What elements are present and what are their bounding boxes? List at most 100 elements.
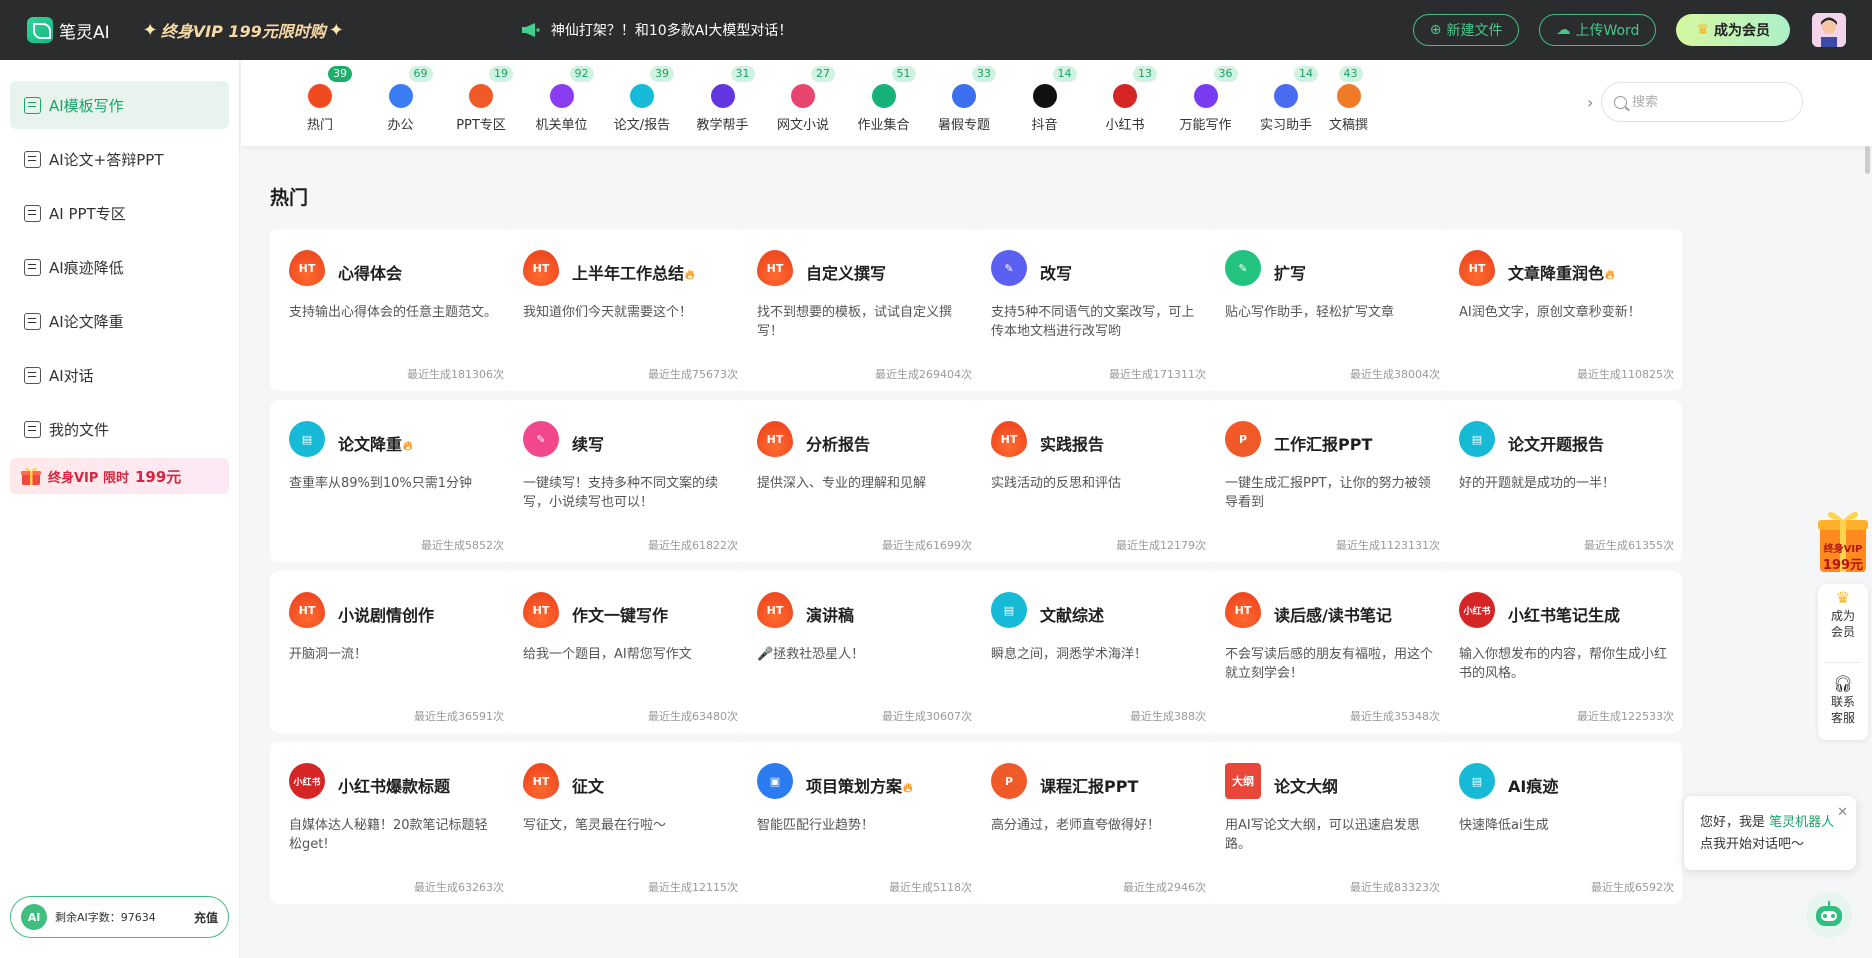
template-card[interactable]: ✎ 扩写 贴心写作助手，轻松扩写文章 最近生成38004次	[1206, 229, 1448, 391]
float-vip-badge[interactable]: 终身VIP 199元	[1816, 506, 1870, 576]
headset-icon: 🎧︎	[1832, 674, 1854, 693]
robot-chat-button[interactable]	[1806, 892, 1852, 938]
template-card[interactable]: HT 上半年工作总结🔥︎ 我知道你们今天就需要这个！ 最近生成75673次	[504, 229, 746, 391]
category-label: 机关单位	[535, 118, 588, 133]
category-label: 教学帮手	[696, 118, 749, 133]
upload-word-button[interactable]: ☁ 上传Word	[1539, 14, 1657, 46]
template-card[interactable]: ▣ 项目策划方案🔥︎ 智能匹配行业趋势！ 最近生成5118次	[738, 742, 980, 904]
template-card[interactable]: P 课程汇报PPT 高分通过，老师直夸做得好！ 最近生成2946次	[972, 742, 1214, 904]
sidebar-item-ai-template[interactable]: AI模板写作	[10, 81, 229, 129]
template-card[interactable]: ▤ 论文降重🔥︎ 查重率从89%到10%只需1分钟 最近生成5852次	[270, 400, 512, 562]
card-title-text: 小红书爆款标题	[338, 777, 451, 796]
sidebar-item-ai-ppt[interactable]: AI PPT专区	[10, 189, 229, 237]
card-title-text: 分析报告	[806, 435, 871, 454]
card-title: 工作汇报PPT	[1274, 431, 1372, 455]
template-card[interactable]: ✎ 续写 一键续写！支持多种不同文案的续写，小说续写也可以！ 最近生成61822次	[504, 400, 746, 562]
paper-icon: ▤	[1459, 763, 1495, 799]
template-card[interactable]: ▤ 论文开题报告 好的开题就是成功的一半！ 最近生成61355次	[1440, 400, 1682, 562]
logo[interactable]: 笔灵AI	[27, 17, 110, 43]
announcement[interactable]: 神仙打架？！和10多款AI大模型对话！	[521, 20, 793, 40]
template-card[interactable]: 小红书 小红书爆款标题 自媒体达人秘籍！20款笔记标题轻松get! 最近生成63263…	[270, 742, 512, 904]
category-count-badge: 36	[1213, 66, 1238, 82]
recharge-button[interactable]: 充值	[194, 909, 218, 926]
paper-icon: ▤	[1459, 421, 1495, 457]
template-card[interactable]: P 工作汇报PPT 一键生成汇报PPT，让你的努力被领导看到 最近生成1123131次	[1206, 400, 1448, 562]
sidebar-item-label: AI论文降重	[49, 312, 124, 331]
template-card[interactable]: ▤ 文献综述 瞬息之间，洞悉学术海洋！ 最近生成388次	[972, 571, 1214, 733]
become-member-button[interactable]: ♛ 成为会员	[1676, 14, 1790, 46]
card-usage-count: 最近生成83323次	[1350, 881, 1440, 894]
chat-greeting-bubble[interactable]: 您好，我是 笔灵机器人 点我开始对话吧～ ✕	[1684, 796, 1856, 870]
new-file-button[interactable]: ⊕ 新建文件	[1412, 14, 1520, 46]
card-usage-count: 最近生成61699次	[882, 539, 972, 552]
search-box[interactable]	[1601, 82, 1803, 122]
novel-icon	[791, 84, 815, 108]
sidebar-vip-banner[interactable]: 终身VIP 限时 199元	[10, 458, 229, 494]
category-count-badge: 31	[730, 66, 755, 82]
sidebar-item-ai-dedupe[interactable]: AI论文降重	[10, 297, 229, 345]
announcement-text: 神仙打架？！和10多款AI大模型对话！	[550, 23, 793, 39]
card-usage-count: 最近生成388次	[1130, 710, 1206, 723]
template-card[interactable]: ✎ 改写 支持5种不同语气的文案改写，可上传本地文档进行改写哟 最近生成171311次	[972, 229, 1214, 391]
template-card[interactable]: HT 心得体会 支持输出心得体会的任意主题范文。 最近生成181306次	[270, 229, 512, 391]
plus-icon: ⊕	[1429, 22, 1442, 38]
card-title: 论文降重🔥︎	[338, 431, 413, 455]
category-label: 作业集合	[857, 118, 910, 133]
template-card[interactable]: ▤ AI痕迹 快速降低ai生成 最近生成6592次	[1440, 742, 1682, 904]
close-icon[interactable]: ✕	[1837, 802, 1848, 824]
ppt-icon	[24, 204, 41, 222]
avatar[interactable]	[1812, 13, 1846, 47]
category-label: PPT专区	[456, 118, 506, 133]
intern-icon	[1274, 84, 1298, 108]
vip-promo-banner[interactable]: ✦ 终身VIP 199元限时购 ✦	[140, 18, 347, 42]
template-card[interactable]: HT 征文 写征文，笔灵最在行啦～ 最近生成12115次	[504, 742, 746, 904]
template-card[interactable]: HT 读后感/读书笔记 不会写读后感的朋友有福啦，用这个就立刻学会！ 最近生成3534…	[1206, 571, 1448, 733]
card-description: 智能匹配行业趋势！	[757, 818, 875, 833]
template-card[interactable]: 小红书 小红书笔记生成 输入你想发布的内容，帮你生成小红书的风格。 最近生成12253…	[1440, 571, 1682, 733]
ai-badge-icon: AI	[21, 904, 47, 930]
card-description: AI润色文字，原创文章秒变新！	[1459, 305, 1641, 320]
flame-icon: HT	[757, 421, 793, 457]
homework-icon	[871, 84, 896, 108]
ai-template-icon	[24, 96, 41, 114]
template-card[interactable]: HT 小说剧情创作 开脑洞一流！ 最近生成36591次	[270, 571, 512, 733]
template-card[interactable]: HT 作文一键写作 给我一个题目，AI帮您写作文 最近生成63480次	[504, 571, 746, 733]
category-count-badge: 69	[408, 66, 433, 82]
chat-icon	[24, 366, 41, 384]
flame-icon	[308, 84, 332, 108]
paper-icon: ▤	[289, 421, 325, 457]
top-actions: ⊕ 新建文件 ☁ 上传Word ♛ 成为会员	[1412, 0, 1872, 60]
float-service-button[interactable]: 🎧︎ 联系客服	[1818, 676, 1868, 726]
category-item[interactable]: 43 文稿撰	[1319, 60, 1379, 146]
ppt-icon: P	[991, 763, 1027, 799]
card-title: 小说剧情创作	[338, 602, 434, 626]
sidebar-item-ai-paper-ppt[interactable]: AI论文+答辩PPT	[10, 135, 229, 183]
card-title-text: 上半年工作总结	[572, 264, 685, 283]
chevron-right-icon[interactable]: ›	[1587, 93, 1593, 112]
template-card[interactable]: HT 演讲稿 🎤拯救社恐星人！ 最近生成30607次	[738, 571, 980, 733]
category-count-badge: 51	[891, 66, 916, 82]
flame-icon: HT	[757, 592, 793, 628]
trace-icon	[24, 258, 41, 276]
sidebar-item-label: AI PPT专区	[49, 204, 126, 223]
card-usage-count: 最近生成2946次	[1123, 881, 1206, 894]
sidebar-item-ai-chat[interactable]: AI对话	[10, 351, 229, 399]
template-card[interactable]: HT 自定义撰写 找不到想要的模板，试试自定义撰写！ 最近生成269404次	[738, 229, 980, 391]
template-card[interactable]: 大纲 论文大纲 用AI写论文大纲，可以迅速启发思路。 最近生成83323次	[1206, 742, 1448, 904]
scrollbar[interactable]	[1865, 146, 1870, 174]
template-card[interactable]: HT 分析报告 提供深入、专业的理解和见解 最近生成61699次	[738, 400, 980, 562]
sidebar-item-ai-trace[interactable]: AI痕迹降低	[10, 243, 229, 291]
template-card[interactable]: HT 文章降重润色🔥︎ AI润色文字，原创文章秒变新！ 最近生成110825次	[1440, 229, 1682, 391]
sidebar-item-my-files[interactable]: 我的文件	[10, 405, 229, 453]
search-input[interactable]	[1632, 94, 1782, 110]
card-title-text: 心得体会	[338, 264, 403, 283]
category-count-badge: 39	[328, 66, 352, 82]
card-title-text: 演讲稿	[806, 606, 855, 625]
card-title-text: 工作汇报PPT	[1274, 435, 1373, 454]
card-title-text: 文章降重润色	[1508, 264, 1605, 283]
vip-promo-text: 终身VIP 199元限时购	[160, 22, 326, 41]
card-description: 贴心写作助手，轻松扩写文章	[1225, 305, 1395, 320]
float-member-button[interactable]: ♛ 成为会员	[1818, 590, 1868, 640]
template-card[interactable]: HT 实践报告 实践活动的反思和评估 最近生成12179次	[972, 400, 1214, 562]
card-title: 课程汇报PPT	[1040, 773, 1138, 797]
